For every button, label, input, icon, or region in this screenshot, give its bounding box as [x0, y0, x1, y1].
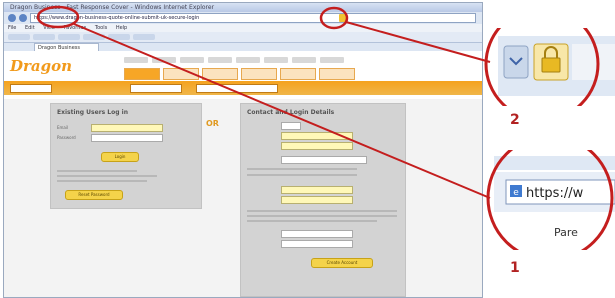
site-tab[interactable]	[280, 68, 316, 80]
zoom-url-text: https://w	[526, 186, 584, 201]
toolbar-button[interactable]	[8, 34, 30, 40]
zoom-lock-graphic	[484, 28, 615, 106]
top-nav-link[interactable]	[208, 57, 232, 63]
top-nav-link[interactable]	[236, 57, 260, 63]
help-text-line	[247, 168, 357, 170]
help-text-line	[57, 175, 157, 177]
menu-bar: File Edit View Favorites Tools Help	[4, 24, 482, 32]
menu-favorites[interactable]: Favorites	[64, 25, 87, 31]
first-name-field[interactable]	[281, 131, 353, 140]
panel-title: Contact and Login Details	[247, 109, 335, 116]
site-tabs	[124, 68, 355, 80]
site-tab[interactable]	[124, 68, 160, 80]
email-row: Email	[57, 123, 163, 132]
top-nav-link[interactable]	[320, 57, 344, 63]
site-logo[interactable]: Dragon	[10, 57, 72, 75]
toolbar-button[interactable]	[133, 34, 155, 40]
help-text-line	[57, 180, 147, 182]
band-field[interactable]	[130, 84, 182, 93]
contact-details-panel: Contact and Login Details Create Account	[240, 103, 406, 297]
menu-help[interactable]: Help	[116, 25, 127, 31]
password-row: Password	[57, 133, 163, 142]
toolbar-button[interactable]	[33, 34, 55, 40]
callout-number-1: 1	[510, 260, 520, 276]
login-button[interactable]: Login	[101, 152, 139, 162]
reset-password-button[interactable]: Reset Password	[65, 190, 123, 200]
site-tab[interactable]	[163, 68, 199, 80]
site-tab[interactable]	[241, 68, 277, 80]
url-text: https://www.dragon-business-quote-online…	[34, 15, 200, 21]
toolbar	[4, 32, 482, 43]
address-bar: https://www.dragon-business-quote-online…	[4, 12, 482, 24]
menu-tools[interactable]: Tools	[95, 25, 107, 31]
help-text-line	[57, 170, 137, 172]
password-label: Password	[57, 135, 76, 140]
band-field[interactable]	[10, 84, 52, 93]
create-account-button[interactable]: Create Account	[311, 258, 373, 268]
back-button-icon[interactable]	[8, 14, 16, 22]
divider	[4, 95, 482, 99]
top-nav-link[interactable]	[152, 57, 176, 63]
site-tab[interactable]	[319, 68, 355, 80]
password-field[interactable]	[281, 229, 353, 238]
email-field[interactable]	[281, 185, 353, 194]
zoom-callout-lock	[484, 28, 615, 106]
confirm-email-field[interactable]	[281, 195, 353, 204]
site-tab[interactable]	[202, 68, 238, 80]
svg-text:e: e	[513, 188, 519, 198]
panel-title: Existing Users Log in	[57, 109, 128, 116]
password-field[interactable]	[91, 133, 163, 142]
help-text-line	[247, 215, 397, 217]
menu-view[interactable]: View	[43, 25, 55, 31]
top-nav-link[interactable]	[292, 57, 316, 63]
site-header: Dragon	[4, 51, 482, 81]
email-label: Email	[57, 125, 69, 130]
site-top-nav	[124, 57, 344, 63]
toolbar-button[interactable]	[83, 34, 105, 40]
browser-window: Dragon Business - Fast Response Cover - …	[3, 2, 483, 298]
existing-users-panel: Existing Users Log in Email Password Log…	[50, 103, 202, 209]
top-nav-link[interactable]	[264, 57, 288, 63]
title-select[interactable]	[281, 121, 301, 130]
help-text-line	[247, 174, 357, 176]
or-label: OR	[206, 119, 219, 128]
help-text-line	[247, 210, 397, 212]
confirm-password-field[interactable]	[281, 239, 353, 248]
email-field[interactable]	[91, 123, 163, 132]
toolbar-button[interactable]	[108, 34, 130, 40]
menu-file[interactable]: File	[8, 25, 16, 31]
select-field[interactable]	[281, 155, 367, 164]
zoom-sub-text: Pare	[554, 226, 578, 239]
menu-edit[interactable]: Edit	[25, 25, 35, 31]
lock-icon[interactable]	[339, 14, 347, 22]
help-text-line	[247, 220, 377, 222]
zoom-https-graphic: e https://w Pare	[484, 150, 615, 250]
orange-nav-band	[4, 81, 482, 95]
surname-field[interactable]	[281, 141, 353, 150]
toolbar-button[interactable]	[58, 34, 80, 40]
top-nav-link[interactable]	[124, 57, 148, 63]
top-nav-link[interactable]	[180, 57, 204, 63]
url-input[interactable]: https://www.dragon-business-quote-online…	[30, 13, 476, 23]
forward-button-icon[interactable]	[19, 14, 27, 22]
zoom-callout-https: e https://w Pare	[484, 150, 615, 250]
band-field[interactable]	[196, 84, 278, 93]
page-viewport: Dragon Existing Users Log in Email Passw…	[4, 51, 482, 297]
callout-number-2: 2	[510, 112, 520, 128]
window-title: Dragon Business - Fast Response Cover - …	[4, 3, 482, 12]
